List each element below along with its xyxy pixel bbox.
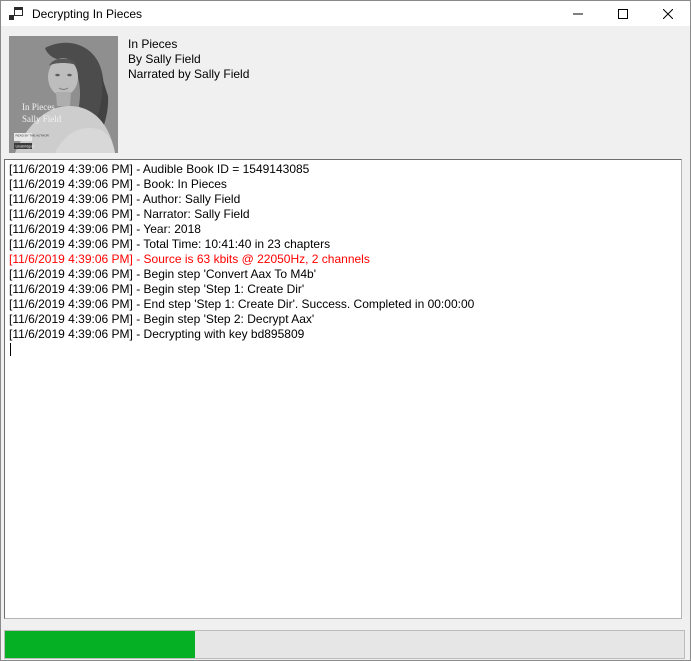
cover-author-text: Sally Field <box>22 114 62 124</box>
book-cover-image: In Pieces Sally Field READ BY THE AUTHOR… <box>9 36 118 153</box>
maximize-button[interactable] <box>600 1 645 26</box>
app-icon[interactable] <box>9 7 23 20</box>
book-title: In Pieces <box>128 37 249 52</box>
log-line: [11/6/2019 4:39:06 PM] - Narrator: Sally… <box>9 207 677 222</box>
log-line: [11/6/2019 4:39:06 PM] - Begin step 'Ste… <box>9 312 677 327</box>
close-icon <box>663 9 673 19</box>
window-title: Decrypting In Pieces <box>32 7 142 21</box>
titlebar[interactable]: Decrypting In Pieces <box>1 1 690 26</box>
cover-title-text: In Pieces <box>22 102 55 112</box>
book-narrator-line: Narrated by Sally Field <box>128 67 249 82</box>
app-window: Decrypting In Pieces In Pie <box>0 0 691 661</box>
close-button[interactable] <box>645 1 690 26</box>
text-caret <box>10 343 11 356</box>
log-line: [11/6/2019 4:39:06 PM] - Total Time: 10:… <box>9 237 677 252</box>
minimize-button[interactable] <box>555 1 600 26</box>
log-line: [11/6/2019 4:39:06 PM] - End step 'Step … <box>9 297 677 312</box>
log-textbox[interactable]: [11/6/2019 4:39:06 PM] - Audible Book ID… <box>4 159 682 619</box>
progress-bar <box>4 630 685 659</box>
maximize-icon <box>618 9 628 19</box>
cover-badge-readby: READ BY THE AUTHOR <box>16 134 50 138</box>
book-author-line: By Sally Field <box>128 52 249 67</box>
log-line: [11/6/2019 4:39:06 PM] - Begin step 'Ste… <box>9 282 677 297</box>
log-line: [11/6/2019 4:39:06 PM] - Year: 2018 <box>9 222 677 237</box>
log-line: [11/6/2019 4:39:06 PM] - Audible Book ID… <box>9 162 677 177</box>
caption-buttons <box>555 1 690 26</box>
log-line: [11/6/2019 4:39:06 PM] - Begin step 'Con… <box>9 267 677 282</box>
progress-fill <box>5 631 195 658</box>
minimize-icon <box>573 9 583 19</box>
log-line: [11/6/2019 4:39:06 PM] - Book: In Pieces <box>9 177 677 192</box>
book-info: In Pieces By Sally Field Narrated by Sal… <box>128 37 249 82</box>
cover-badge-unabridged: Unabridged <box>16 145 35 149</box>
log-line: [11/6/2019 4:39:06 PM] - Decrypting with… <box>9 327 677 342</box>
log-line: [11/6/2019 4:39:06 PM] - Author: Sally F… <box>9 192 677 207</box>
log-line: [11/6/2019 4:39:06 PM] - Source is 63 kb… <box>9 252 677 267</box>
log-lines: [11/6/2019 4:39:06 PM] - Audible Book ID… <box>9 162 677 342</box>
